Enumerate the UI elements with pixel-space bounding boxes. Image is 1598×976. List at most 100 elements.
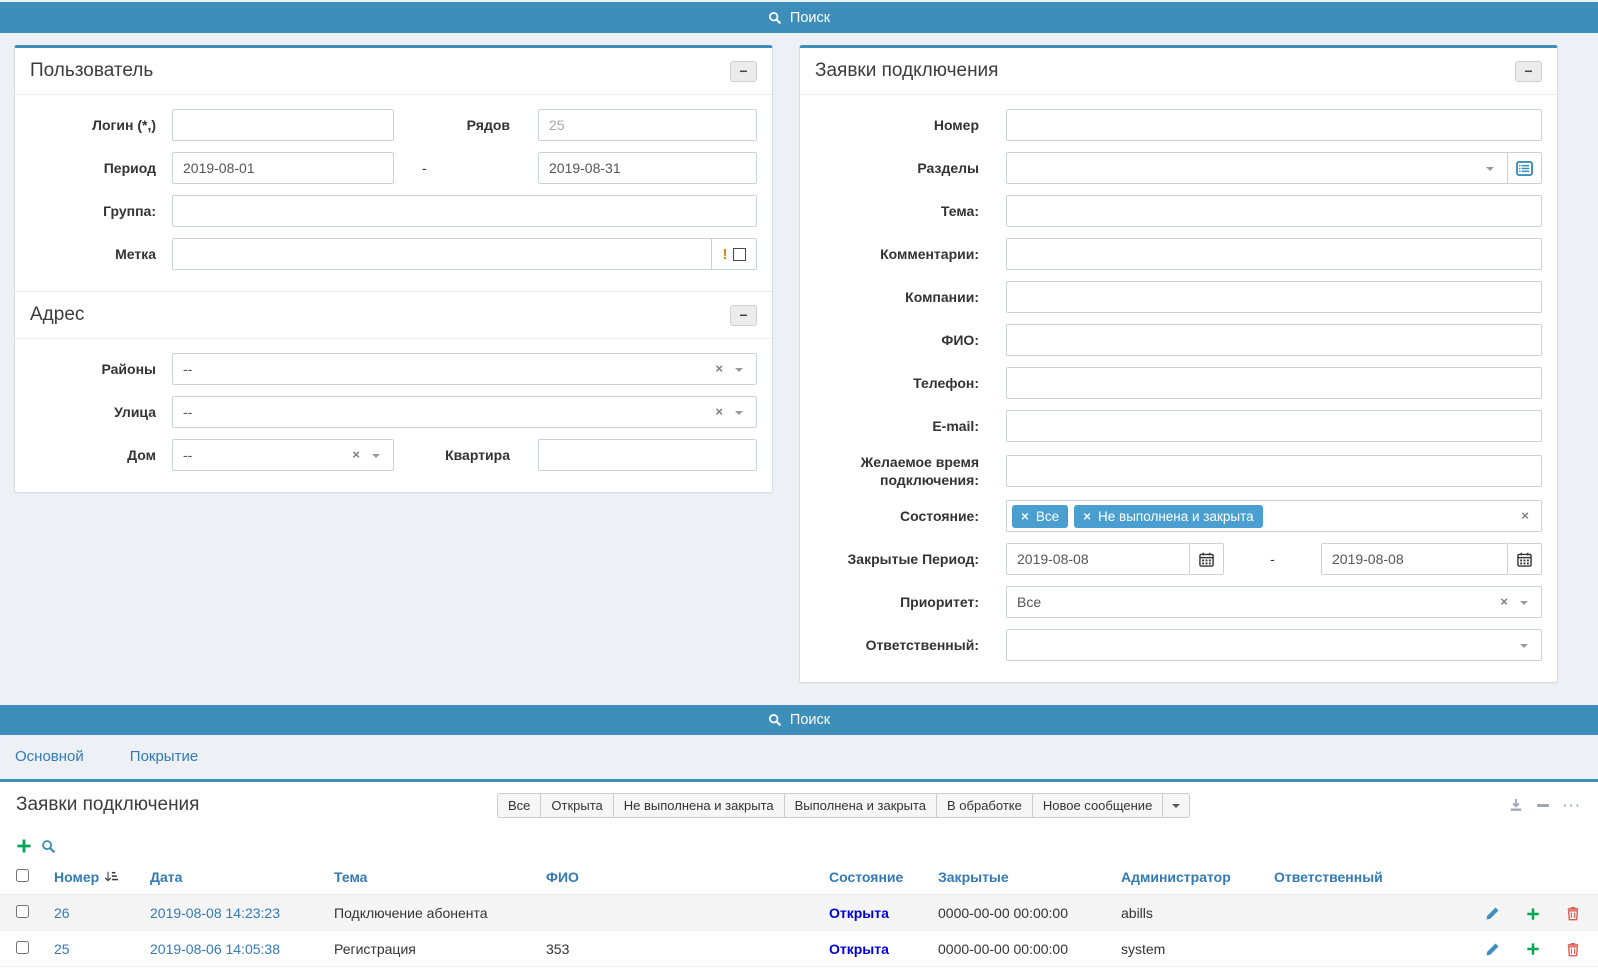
collapse-address-section-button[interactable] (730, 305, 757, 326)
closed-to-input[interactable] (1321, 543, 1508, 575)
header-theme[interactable]: Тема (334, 869, 367, 885)
collapse-requests-section-button[interactable] (1515, 61, 1542, 82)
clear-icon[interactable] (352, 448, 360, 461)
request-number-link[interactable]: 26 (54, 905, 70, 921)
collapse-user-section-button[interactable] (730, 61, 757, 82)
chevron-down-icon (1486, 167, 1494, 171)
comments-input[interactable] (1006, 238, 1542, 270)
clear-icon[interactable] (715, 405, 723, 418)
clear-icon[interactable] (1521, 509, 1529, 522)
filter-in-progress-button[interactable]: В обработке (936, 793, 1033, 818)
trash-icon (1568, 943, 1579, 946)
search-icon (768, 11, 782, 25)
tag-input[interactable] (172, 238, 712, 270)
filter-all-button[interactable]: Все (497, 793, 541, 818)
phone-input[interactable] (1006, 367, 1542, 399)
filter-done-closed-button[interactable]: Выполнена и закрыта (784, 793, 937, 818)
export-icon[interactable] (1509, 798, 1523, 812)
apartment-input[interactable] (538, 439, 757, 471)
edit-request-button[interactable] (1485, 906, 1500, 921)
responsible-select[interactable] (1006, 629, 1542, 661)
closed-to-calendar-button[interactable] (1508, 543, 1542, 575)
street-value: -- (183, 404, 192, 420)
filter-not-done-closed-button[interactable]: Не выполнена и закрыта (613, 793, 785, 818)
desired-time-input[interactable] (1006, 455, 1542, 487)
fio-input[interactable] (1006, 324, 1542, 356)
phone-label: Телефон: (815, 374, 1006, 392)
request-fio: 353 (546, 941, 569, 957)
search-button-top[interactable]: Поиск (0, 2, 1598, 33)
filter-new-message-button[interactable]: Новое сообщение (1032, 793, 1163, 818)
table-toolbar (0, 824, 1598, 860)
period-to-input[interactable] (538, 152, 757, 184)
request-state-link[interactable]: Открыта (829, 905, 889, 921)
filter-open-button[interactable]: Открыта (540, 793, 613, 818)
priority-select[interactable]: Все (1006, 586, 1542, 618)
request-admin: abills (1121, 905, 1153, 921)
theme-label: Тема: (815, 202, 1006, 220)
chevron-down-icon (1520, 601, 1528, 605)
tab-main[interactable]: Основной (15, 748, 84, 765)
header-responsible[interactable]: Ответственный (1274, 869, 1383, 885)
request-date-link[interactable]: 2019-08-08 14:23:23 (150, 905, 280, 921)
clear-icon[interactable] (715, 362, 723, 375)
add-comment-button[interactable] (1526, 907, 1540, 921)
districts-select[interactable]: -- (172, 353, 757, 385)
add-comment-button[interactable] (1526, 942, 1540, 956)
request-state-link[interactable]: Открыта (829, 941, 889, 957)
add-request-icon[interactable] (16, 838, 32, 854)
header-number[interactable]: Номер (54, 869, 99, 885)
request-number-link[interactable]: 25 (54, 941, 70, 957)
header-fio[interactable]: ФИО (546, 869, 579, 885)
delete-request-button[interactable] (1566, 906, 1580, 921)
row-checkbox[interactable] (16, 941, 29, 954)
tag-addon-button[interactable] (712, 238, 757, 270)
sections-list-button[interactable] (1508, 152, 1542, 184)
rows-input[interactable] (538, 109, 757, 141)
house-select[interactable]: -- (172, 439, 394, 471)
header-date[interactable]: Дата (150, 869, 182, 885)
clear-icon[interactable] (1500, 595, 1508, 608)
search-button-bottom[interactable]: Поиск (0, 705, 1598, 735)
theme-input[interactable] (1006, 195, 1542, 227)
more-options-icon[interactable] (1563, 799, 1582, 812)
remove-tag-icon[interactable] (1083, 509, 1091, 524)
period-from-input[interactable] (172, 152, 394, 184)
tag-checkbox-icon[interactable] (733, 248, 746, 261)
tag-label: Метка (30, 245, 172, 263)
closed-from-calendar-button[interactable] (1190, 543, 1224, 575)
companies-input[interactable] (1006, 281, 1542, 313)
plus-icon (1527, 944, 1538, 955)
header-state[interactable]: Состояние (829, 869, 903, 885)
requests-search-panel: Заявки подключения Номер Разделы (799, 45, 1558, 683)
edit-request-button[interactable] (1485, 942, 1500, 957)
login-label: Логин (*,) (30, 116, 172, 134)
number-input[interactable] (1006, 109, 1542, 141)
street-select[interactable]: -- (172, 396, 757, 428)
results-title: Заявки подключения (16, 794, 199, 816)
header-closed[interactable]: Закрытые (938, 869, 1009, 885)
select-all-checkbox[interactable] (16, 869, 29, 882)
comments-label: Комментарии: (815, 245, 1006, 263)
filter-dropdown-button[interactable] (1162, 793, 1190, 818)
group-input[interactable] (172, 195, 757, 227)
login-input[interactable] (172, 109, 394, 141)
delete-request-button[interactable] (1566, 942, 1580, 957)
row-checkbox[interactable] (16, 905, 29, 918)
search-table-icon[interactable] (41, 839, 56, 854)
user-address-panel: Пользователь Логин (*,) Рядов Период - (14, 45, 773, 493)
state-multiselect[interactable]: Все Не выполнена и закрыта (1006, 500, 1542, 532)
state-tag[interactable]: Все (1012, 505, 1068, 528)
collapse-results-icon[interactable] (1537, 804, 1549, 807)
tab-coverage[interactable]: Покрытие (130, 748, 198, 765)
email-input[interactable] (1006, 410, 1542, 442)
closed-from-input[interactable] (1006, 543, 1190, 575)
address-section-body: Районы -- Улица -- Дом (15, 339, 772, 492)
group-label: Группа: (30, 202, 172, 220)
request-date-link[interactable]: 2019-08-06 14:05:38 (150, 941, 280, 957)
remove-tag-icon[interactable] (1021, 509, 1029, 524)
state-tag[interactable]: Не выполнена и закрыта (1074, 505, 1263, 528)
header-admin[interactable]: Администратор (1121, 869, 1231, 885)
rows-label: Рядов (394, 116, 538, 134)
sections-select[interactable] (1006, 152, 1508, 184)
